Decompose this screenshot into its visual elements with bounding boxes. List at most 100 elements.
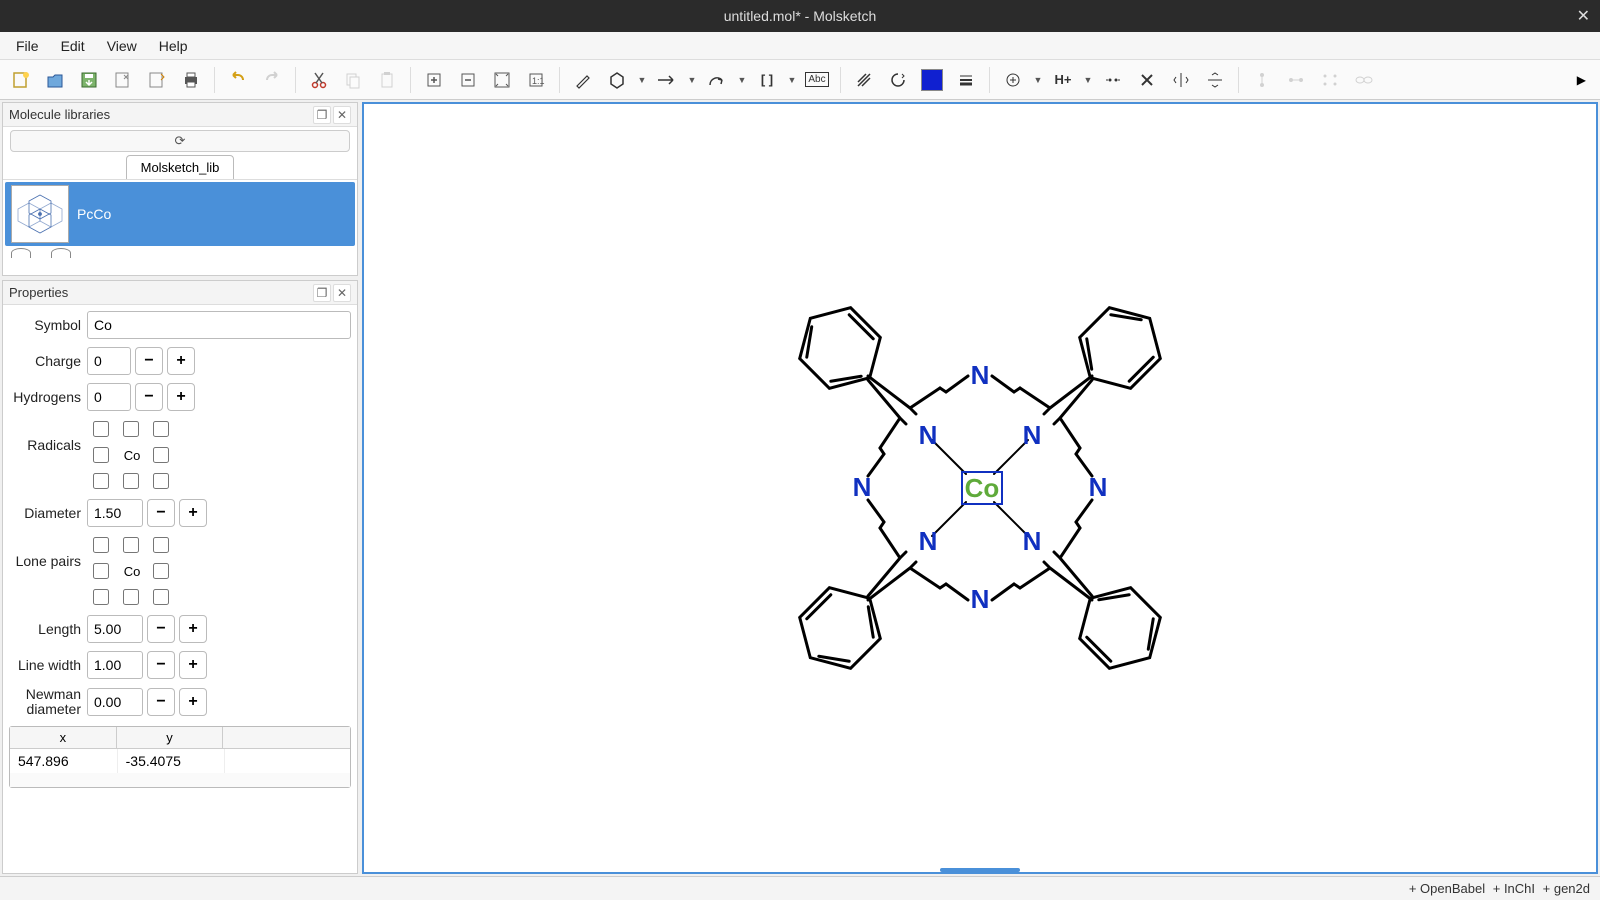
atom-n[interactable]: N — [853, 472, 872, 502]
arrow-tool-button[interactable] — [652, 65, 682, 95]
libraries-list[interactable]: PcCo — [3, 179, 357, 275]
diameter-increment[interactable]: + — [179, 499, 207, 527]
atom-n[interactable]: N — [971, 584, 990, 614]
brackets-tool-button[interactable]: [ ] — [752, 65, 782, 95]
charge-increment[interactable]: + — [167, 347, 195, 375]
radical-se[interactable] — [153, 473, 169, 489]
hydrogen-button[interactable]: H+ — [1048, 65, 1078, 95]
length-input[interactable] — [87, 615, 143, 643]
color-button[interactable] — [917, 65, 947, 95]
zoom-fit-button[interactable] — [487, 65, 517, 95]
drawing-canvas[interactable]: N N N N N N N N Co — [362, 102, 1598, 874]
brackets-dropdown[interactable]: ▼ — [786, 75, 798, 85]
zoom-in-button[interactable] — [419, 65, 449, 95]
copy-button[interactable] — [338, 65, 368, 95]
length-decrement[interactable]: − — [147, 615, 175, 643]
lonepair-sw[interactable] — [93, 589, 109, 605]
distribute-button[interactable] — [1315, 65, 1345, 95]
lonepair-button[interactable] — [1098, 65, 1128, 95]
menu-help[interactable]: Help — [149, 34, 198, 58]
linewidth-button[interactable] — [951, 65, 981, 95]
diameter-decrement[interactable]: − — [147, 499, 175, 527]
atom-n[interactable]: N — [971, 360, 990, 390]
menu-view[interactable]: View — [97, 34, 147, 58]
library-item-pcco[interactable]: PcCo — [5, 182, 355, 246]
charge-input[interactable] — [87, 347, 131, 375]
rotate-button[interactable] — [883, 65, 913, 95]
flip-v-button[interactable] — [1200, 65, 1230, 95]
hydrogens-input[interactable] — [87, 383, 131, 411]
libraries-float-button[interactable]: ❐ — [313, 106, 331, 124]
save-file-button[interactable] — [74, 65, 104, 95]
save-as-button[interactable] — [108, 65, 138, 95]
paste-button[interactable] — [372, 65, 402, 95]
window-close-button[interactable]: ✕ — [1577, 6, 1590, 26]
hydrogen-dropdown[interactable]: ▼ — [1082, 75, 1094, 85]
atom-n[interactable]: N — [919, 420, 938, 450]
properties-close-button[interactable]: ✕ — [333, 284, 351, 302]
chain-button[interactable] — [1349, 65, 1379, 95]
molecule-drawing[interactable]: N N N N N N N N Co — [750, 258, 1210, 718]
properties-float-button[interactable]: ❐ — [313, 284, 331, 302]
symbol-input[interactable] — [87, 311, 351, 339]
radical-nw[interactable] — [93, 421, 109, 437]
diameter-input[interactable] — [87, 499, 143, 527]
cut-button[interactable] — [304, 65, 334, 95]
delete-tool-button[interactable] — [1132, 65, 1162, 95]
menu-edit[interactable]: Edit — [51, 34, 95, 58]
redo-button[interactable] — [257, 65, 287, 95]
menu-file[interactable]: File — [6, 34, 49, 58]
linewidth-increment[interactable]: + — [179, 651, 207, 679]
lonepair-ne[interactable] — [153, 537, 169, 553]
zoom-reset-button[interactable]: 1:1 — [521, 65, 551, 95]
length-increment[interactable]: + — [179, 615, 207, 643]
align-h-button[interactable] — [1281, 65, 1311, 95]
libraries-refresh-button[interactable]: ⟳ — [10, 130, 350, 152]
new-file-button[interactable] — [6, 65, 36, 95]
open-file-button[interactable] — [40, 65, 70, 95]
lonepair-n[interactable] — [123, 537, 139, 553]
atom-n[interactable]: N — [1089, 472, 1108, 502]
radical-e[interactable] — [153, 447, 169, 463]
lonepair-w[interactable] — [93, 563, 109, 579]
draw-tool-button[interactable] — [568, 65, 598, 95]
linewidth-decrement[interactable]: − — [147, 651, 175, 679]
lonepair-nw[interactable] — [93, 537, 109, 553]
coord-x-value[interactable]: 547.896 — [10, 749, 118, 773]
radical-sw[interactable] — [93, 473, 109, 489]
radical-ne[interactable] — [153, 421, 169, 437]
export-button[interactable] — [142, 65, 172, 95]
libraries-close-button[interactable]: ✕ — [333, 106, 351, 124]
atom-n[interactable]: N — [919, 526, 938, 556]
libraries-tab-molsketch[interactable]: Molsketch_lib — [126, 155, 235, 179]
flip-h-button[interactable] — [1166, 65, 1196, 95]
charge-dropdown[interactable]: ▼ — [1032, 75, 1044, 85]
radical-w[interactable] — [93, 447, 109, 463]
newman-decrement[interactable]: − — [147, 688, 175, 716]
lonepair-s[interactable] — [123, 589, 139, 605]
hydrogens-increment[interactable]: + — [167, 383, 195, 411]
charge-button[interactable] — [998, 65, 1028, 95]
text-tool-button[interactable]: Abc — [802, 65, 832, 95]
atom-co[interactable]: Co — [965, 473, 1000, 503]
atom-n[interactable]: N — [1023, 420, 1042, 450]
toolbar-overflow-button[interactable]: ▶ — [1569, 69, 1594, 91]
radical-s[interactable] — [123, 473, 139, 489]
curved-arrow-button[interactable] — [702, 65, 732, 95]
zoom-out-button[interactable] — [453, 65, 483, 95]
coord-y-value[interactable]: -35.4075 — [118, 749, 226, 773]
ring-dropdown[interactable]: ▼ — [636, 75, 648, 85]
lonepair-e[interactable] — [153, 563, 169, 579]
undo-button[interactable] — [223, 65, 253, 95]
charge-decrement[interactable]: − — [135, 347, 163, 375]
arrow-dropdown[interactable]: ▼ — [686, 75, 698, 85]
newman-increment[interactable]: + — [179, 688, 207, 716]
print-button[interactable] — [176, 65, 206, 95]
hydrogens-decrement[interactable]: − — [135, 383, 163, 411]
newman-input[interactable] — [87, 688, 143, 716]
lonepair-se[interactable] — [153, 589, 169, 605]
linewidth-input[interactable] — [87, 651, 143, 679]
atom-n[interactable]: N — [1023, 526, 1042, 556]
horizontal-scroll-indicator[interactable] — [940, 868, 1020, 872]
curved-arrow-dropdown[interactable]: ▼ — [736, 75, 748, 85]
